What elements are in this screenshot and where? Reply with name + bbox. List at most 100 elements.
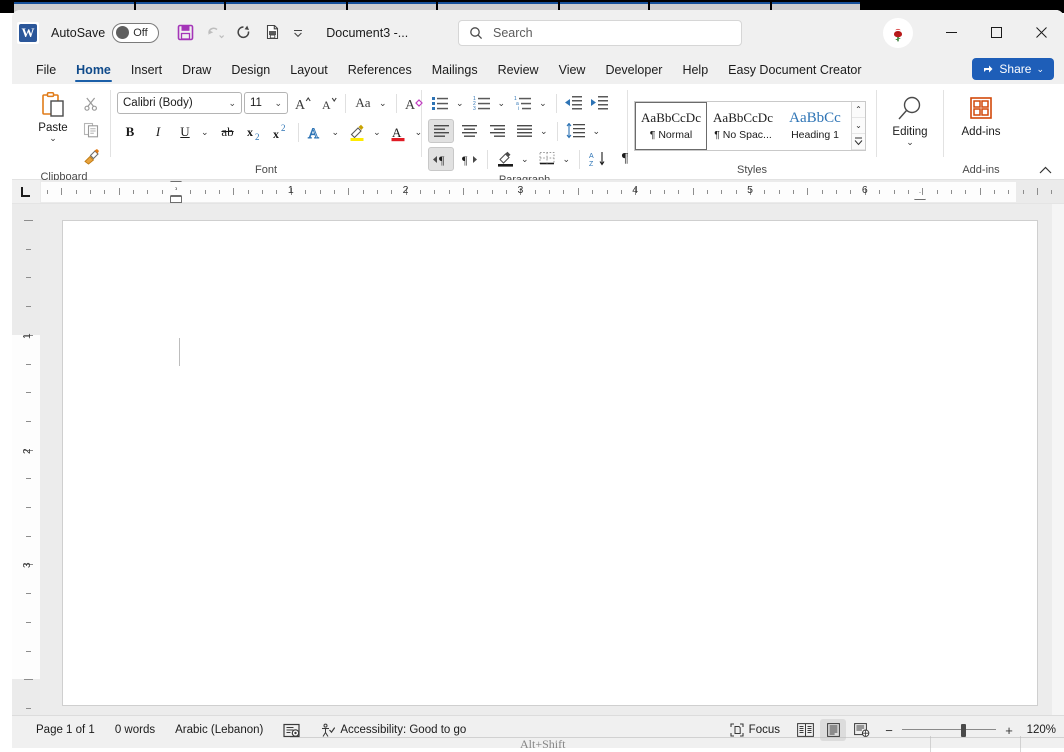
right-to-left-button[interactable]: ¶ [456, 147, 482, 171]
share-button[interactable]: Share ⌄ [972, 58, 1054, 80]
zoom-in-button[interactable]: + [1002, 723, 1016, 738]
left-to-right-button[interactable]: ¶ [428, 147, 454, 171]
tab-draw[interactable]: Draw [172, 59, 221, 84]
bold-button[interactable]: B [117, 120, 143, 144]
tab-references[interactable]: References [338, 59, 422, 84]
align-right-button[interactable] [484, 119, 510, 143]
zoom-slider[interactable] [902, 723, 996, 737]
align-center-button[interactable] [456, 119, 482, 143]
document-page[interactable] [62, 220, 1038, 706]
ruler-tick [836, 190, 838, 194]
language-status[interactable]: Arabic (Lebanon) [165, 719, 273, 741]
style-heading-1[interactable]: AaBbCс Heading 1 [779, 102, 851, 150]
collapse-ribbon-button[interactable] [1035, 164, 1056, 177]
horizontal-ruler[interactable]: 1 2 3 4 5 6 [12, 180, 1064, 204]
style-normal[interactable]: AaBbCcDc ¶ Normal [635, 101, 707, 150]
sort-button[interactable]: A Z [585, 147, 611, 171]
addins-button[interactable]: Add-ins [952, 88, 1010, 138]
tab-mailings[interactable]: Mailings [422, 59, 488, 84]
ruler-tick [305, 190, 307, 194]
read-mode-button[interactable] [792, 719, 818, 741]
justify-button[interactable]: ⌄ [512, 119, 552, 143]
tab-layout[interactable]: Layout [280, 59, 338, 84]
styles-scroll-up-button[interactable]: ⌃ [852, 101, 865, 118]
borders-button[interactable]: ⌄ [535, 147, 575, 171]
grow-font-button[interactable]: A [290, 91, 314, 115]
undo-button[interactable] [201, 20, 227, 46]
editing-button[interactable]: Editing ⌄ [883, 88, 937, 147]
text-effects-button[interactable]: A ⌄ [304, 120, 344, 144]
strikethrough-button[interactable]: ab [215, 120, 241, 144]
bullets-button[interactable]: ⌄ [428, 91, 468, 115]
tab-view[interactable]: View [549, 59, 596, 84]
proofing-status[interactable] [273, 719, 310, 741]
increase-indent-button[interactable] [588, 91, 612, 115]
page-number-status[interactable]: Page 1 of 1 [26, 719, 105, 741]
superscript-button[interactable]: x2 [269, 120, 293, 144]
paste-dropdown-caret[interactable]: ⌄ [49, 134, 57, 143]
print-layout-button[interactable] [820, 719, 846, 741]
paste-button[interactable]: Paste ⌄ [30, 88, 76, 143]
chevron-down-icon: ⌄ [562, 153, 571, 164]
tab-file[interactable]: File [26, 59, 66, 84]
accessibility-status[interactable]: Accessibility: Good to go [310, 719, 476, 741]
bullets-icon [428, 91, 452, 115]
tab-review[interactable]: Review [488, 59, 549, 84]
editing-group-label [883, 161, 937, 179]
styles-more-button[interactable] [852, 133, 865, 150]
word-count-status[interactable]: 0 words [105, 719, 165, 741]
redo-button[interactable] [230, 20, 256, 46]
search-input[interactable]: Search [458, 20, 742, 46]
shading-icon [493, 147, 517, 171]
web-layout-button[interactable] [848, 719, 874, 741]
align-left-button[interactable] [428, 119, 454, 143]
autosave-toggle[interactable]: Off [112, 22, 160, 43]
subscript-button[interactable]: x2 [243, 120, 267, 144]
font-name-combo[interactable]: Calibri (Body) ⌄ [117, 92, 242, 114]
left-indent-marker[interactable] [170, 196, 182, 203]
avatar[interactable] [883, 17, 913, 48]
italic-button[interactable]: I [145, 120, 171, 144]
zoom-out-button[interactable]: − [882, 723, 896, 738]
tab-home[interactable]: Home [66, 59, 121, 84]
change-case-button[interactable]: Aa ⌄ [351, 91, 391, 115]
customize-quick-access-toolbar-button[interactable] [288, 20, 308, 46]
tab-design[interactable]: Design [221, 59, 280, 84]
styles-gallery-scrollbar[interactable]: ⌃ ⌄ [851, 101, 865, 150]
ruler-track[interactable]: 1 2 3 4 5 6 [40, 180, 1064, 203]
close-button[interactable] [1019, 10, 1064, 55]
tab-stop-selector[interactable] [12, 180, 40, 203]
vertical-ruler[interactable]: 1 2 3 [12, 204, 40, 715]
tab-help[interactable]: Help [672, 59, 718, 84]
underline-button[interactable]: U ⌄ [173, 120, 213, 144]
cut-button[interactable] [78, 92, 104, 116]
chevron-down-icon: ⌄ [379, 97, 387, 108]
shading-button[interactable]: ⌄ [493, 147, 533, 171]
tab-easy-document-creator[interactable]: Easy Document Creator [718, 59, 871, 84]
numbering-button[interactable]: 1 2 3 ⌄ [470, 91, 510, 115]
shrink-font-button[interactable]: A [316, 91, 340, 115]
vertical-scrollbar[interactable] [1052, 204, 1064, 715]
line-spacing-button[interactable]: ⌄ [563, 119, 605, 143]
font-color-button[interactable]: A ⌄ [387, 120, 427, 144]
font-size-combo[interactable]: 11 ⌄ [244, 92, 288, 114]
maximize-button[interactable] [974, 10, 1019, 55]
zoom-slider-handle[interactable] [961, 724, 966, 737]
save-button[interactable] [172, 20, 198, 46]
tab-insert[interactable]: Insert [121, 59, 172, 84]
ruler-tick [549, 190, 551, 194]
copy-button[interactable] [78, 118, 104, 142]
minimize-button[interactable] [929, 10, 974, 55]
style-no-spacing[interactable]: AaBbCcDc ¶ No Spac... [707, 102, 779, 150]
format-painter-button[interactable] [78, 144, 104, 168]
text-highlight-button[interactable]: ⌄ [345, 120, 385, 144]
print-preview-button[interactable] [259, 20, 285, 46]
decrease-indent-button[interactable] [562, 91, 586, 115]
multilevel-list-button[interactable]: 1 a i ⌄ [511, 91, 551, 115]
tab-developer[interactable]: Developer [595, 59, 672, 84]
ruler-tick [979, 188, 981, 195]
editing-dropdown-caret[interactable]: ⌄ [906, 138, 914, 147]
zoom-level[interactable]: 120% [1022, 724, 1056, 736]
styles-scroll-down-button[interactable]: ⌄ [852, 117, 865, 134]
focus-button[interactable]: Focus [720, 719, 790, 741]
